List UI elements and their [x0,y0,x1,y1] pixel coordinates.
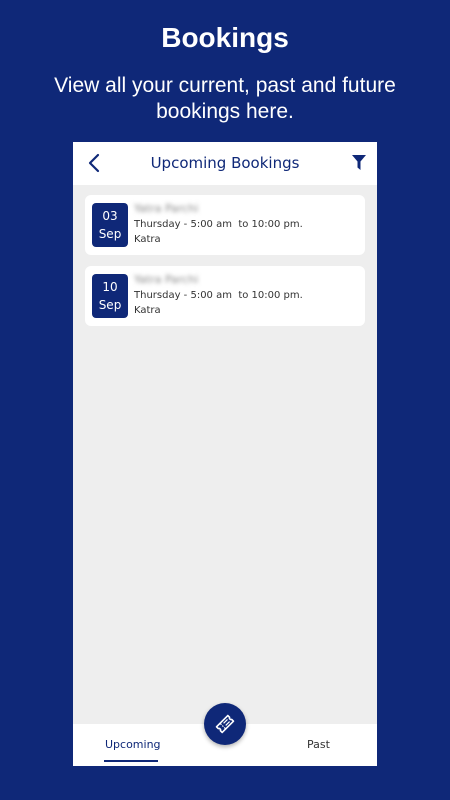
booking-time: Thursday - 5:00 am to 10:00 pm. [134,290,303,301]
booking-time: Thursday - 5:00 am to 10:00 pm. [134,219,303,230]
tab-past[interactable]: Past [307,738,330,751]
new-booking-fab-button[interactable] [204,703,246,745]
booking-card[interactable]: 03 Sep Yatra Parchi Thursday - 5:00 am t… [85,195,365,255]
booking-name: Yatra Parchi [134,202,199,215]
booking-location: Katra [134,305,161,316]
phone-screen: Upcoming Bookings 03 Sep Yatra Parchi Th… [73,142,377,766]
page-title: Upcoming Bookings [150,154,300,172]
date-day: 03 [102,209,118,223]
filter-icon[interactable] [352,155,366,170]
date-month: Sep [98,227,122,241]
app-header: Upcoming Bookings [73,142,377,185]
booking-card[interactable]: 10 Sep Yatra Parchi Thursday - 5:00 am t… [85,266,365,326]
date-badge: 03 Sep [92,203,128,247]
booking-list: 03 Sep Yatra Parchi Thursday - 5:00 am t… [85,195,365,337]
booking-name: Yatra Parchi [134,273,199,286]
date-month: Sep [98,298,122,312]
tab-upcoming[interactable]: Upcoming [105,738,161,751]
promo-subtitle: View all your current, past and future b… [54,74,396,123]
promo-title: Bookings [161,22,289,53]
active-tab-indicator [104,760,158,762]
date-badge: 10 Sep [92,274,128,318]
date-day: 10 [102,280,118,294]
booking-location: Katra [134,234,161,245]
